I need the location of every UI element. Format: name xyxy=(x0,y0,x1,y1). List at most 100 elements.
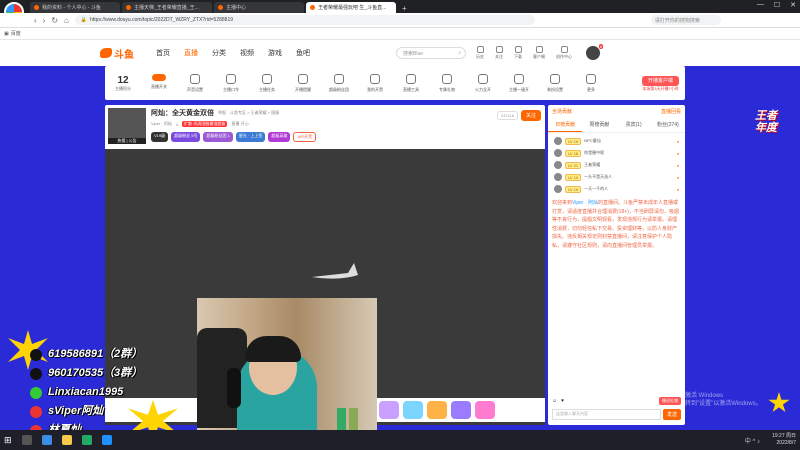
toolbar-item-quick[interactable]: 主播一键开 xyxy=(501,73,537,93)
folder-taskbar-icon[interactable] xyxy=(61,435,72,445)
nav-category[interactable]: 分类 xyxy=(212,48,226,58)
minimize-button[interactable]: — xyxy=(757,1,764,9)
client-button[interactable]: 客户端 xyxy=(533,46,545,60)
nav-fishbar[interactable]: 鱼吧 xyxy=(296,48,310,58)
toolbar-item-fire[interactable]: 火力全开 xyxy=(465,73,501,93)
browser-tab-1[interactable]: 主播天梯_王者荣耀直播_王... xyxy=(122,2,212,13)
client-icon xyxy=(535,46,543,53)
contribution-link[interactable]: 全场贡献 xyxy=(552,108,572,115)
download-icon xyxy=(514,46,522,53)
nav-live[interactable]: 直播 xyxy=(184,48,198,58)
toolbar-item-reminder[interactable]: 开播提醒 xyxy=(285,73,321,93)
list-item[interactable]: LV 21 王者荣耀 ♦ xyxy=(554,159,679,171)
report-link[interactable]: 举报 xyxy=(218,110,226,116)
fan-icon[interactable]: ♥ xyxy=(561,398,564,404)
qq-icon xyxy=(30,348,42,361)
browser-tab-2[interactable]: 主播中心 xyxy=(214,2,304,13)
address-bar: ‹ › ↻ ⌂ 🔒 https://www.douyu.com/topic/202… xyxy=(0,13,800,28)
browser-search-input[interactable]: 请打开你的搜狗搜索 xyxy=(650,15,721,25)
tab-fans[interactable]: 粉丝(274) xyxy=(651,118,685,132)
creator-button[interactable]: 创作中心 xyxy=(556,46,572,60)
list-item[interactable]: LV 19 NPC傻仙 ♦ xyxy=(554,135,679,147)
follow-button[interactable]: 关注 xyxy=(520,110,541,121)
open-client-button[interactable]: 开播客户端 xyxy=(641,75,679,86)
badge-level[interactable]: V19级 xyxy=(151,132,169,142)
toolbar-item-decor[interactable]: 装扮设置 xyxy=(537,73,573,93)
new-tab-button[interactable]: + xyxy=(402,4,407,13)
replay-link[interactable]: 直播回看 xyxy=(661,108,681,115)
bookmark-bar: ▣ 百度 xyxy=(0,28,800,40)
history-button[interactable]: 历史 xyxy=(476,46,484,60)
browser-taskbar-icon[interactable] xyxy=(41,435,52,445)
browser-tab-0[interactable]: 我的资料 - 个人中心 - 斗鱼 xyxy=(30,2,120,13)
tab-weekly[interactable]: 周榜贡献 xyxy=(582,118,616,132)
emoji-icon[interactable]: ☺ xyxy=(552,398,557,404)
url-field[interactable]: 🔒 https://www.douyu.com/topic/2022DT_WZRY… xyxy=(74,15,535,25)
gift-item[interactable] xyxy=(427,401,447,419)
nav-video[interactable]: 视频 xyxy=(240,48,254,58)
toolbar-item-more[interactable]: 更多 xyxy=(573,73,609,93)
download-button[interactable]: 下载 xyxy=(514,46,522,60)
taskbar: ⊞ 中 ^ ♪ 19:27 周日 2022/8/7 xyxy=(0,430,800,450)
gift-item[interactable] xyxy=(451,401,471,419)
search-icon[interactable]: ⌕ xyxy=(458,50,461,56)
badge-fanclub[interactable]: 超级粉丝团 1 xyxy=(203,132,233,142)
send-button[interactable]: 发送 xyxy=(662,408,681,420)
gift-button[interactable]: 赠送礼物 xyxy=(659,397,681,405)
edge-taskbar-icon[interactable] xyxy=(101,435,112,445)
clock[interactable]: 19:27 周日 2022/8/7 xyxy=(772,433,796,447)
quick-icon xyxy=(514,73,524,84)
flame-icon: ♦ xyxy=(676,150,679,156)
follow-button[interactable]: 关注 xyxy=(495,46,503,60)
points-counter[interactable]: 12 主播积分 xyxy=(105,75,141,92)
badge-fan[interactable]: 超级粉丝 5号 xyxy=(171,132,201,142)
alarm-icon xyxy=(298,73,308,84)
badge-extra[interactable]: AIR开黑 xyxy=(293,132,317,142)
qq-icon xyxy=(30,367,42,380)
list-item[interactable]: LV 19 一头不是天选人 ♦ xyxy=(554,171,679,183)
app-taskbar-icon[interactable] xyxy=(81,435,92,445)
toggle-switch[interactable] xyxy=(152,73,166,81)
gift-item[interactable] xyxy=(475,401,495,419)
site-search-input[interactable]: 搜索Blue ⌕ xyxy=(396,47,466,59)
tab-vip[interactable]: 贵宾(1) xyxy=(617,118,651,132)
close-button[interactable]: ✕ xyxy=(790,1,796,9)
chat-input[interactable]: 这里输入聊天内容 xyxy=(552,408,661,420)
command-icon xyxy=(226,73,236,84)
reload-icon[interactable]: ↻ xyxy=(51,16,58,25)
search-taskbar-icon[interactable] xyxy=(21,435,32,445)
notice-streamer-name[interactable]: Viper · 阿灿 xyxy=(572,200,598,206)
tab-daily[interactable]: 日榜贡献 xyxy=(548,118,583,132)
maximize-button[interactable]: ☐ xyxy=(774,1,780,9)
room-owner[interactable]: Viper · 阿灿 xyxy=(151,121,172,127)
room-category[interactable]: 斗鱼专区 > 王者荣耀 > 国服 xyxy=(230,110,279,116)
system-tray[interactable]: 中 ^ ♪ xyxy=(745,436,760,445)
room-level: 4 xyxy=(175,121,179,127)
list-item[interactable]: LV 19 一天一千的人 ♦ xyxy=(554,183,679,195)
badge-star[interactable]: 星光 · 上上签 xyxy=(235,132,266,142)
list-item[interactable]: LV 18 你是圈中呢 ♦ xyxy=(554,147,679,159)
home-icon[interactable]: ⌂ xyxy=(64,16,69,25)
toolbar-item-tools[interactable]: 直播工具 xyxy=(393,73,429,93)
toolbar-item-task[interactable]: 主播任务 xyxy=(249,73,285,93)
browser-tab-3[interactable]: 王者荣耀最强玩吧 生_斗鱼直... xyxy=(306,2,396,13)
windows-start-icon[interactable]: ⊞ xyxy=(4,435,12,446)
user-avatar[interactable]: 8 xyxy=(586,44,603,60)
badge-hero[interactable]: 超级英雄 xyxy=(268,132,291,142)
toolbar-item-sound[interactable]: 声音设置 xyxy=(177,73,213,93)
douyu-logo[interactable]: 斗鱼 xyxy=(100,46,134,61)
toolbar-item-gift[interactable]: 专属礼物 xyxy=(429,73,465,93)
forward-icon[interactable]: › xyxy=(43,16,46,25)
bookmark-item[interactable]: 百度 xyxy=(11,30,21,37)
back-icon[interactable]: ‹ xyxy=(34,16,37,25)
toolbar-item-command[interactable]: 主播口令 xyxy=(213,73,249,93)
room-avatar[interactable]: 热搜 | 公告 xyxy=(108,108,146,144)
gift-item[interactable] xyxy=(379,401,399,419)
chat-tools: ☺ ♥ 赠送礼物 xyxy=(552,397,681,405)
nav-home[interactable]: 首页 xyxy=(156,48,170,58)
toolbar-item-fanclub[interactable]: 超级粉丝团 xyxy=(321,73,357,93)
toolbar-item-live-toggle[interactable]: 直播开关 xyxy=(141,73,177,93)
toolbar-item-party[interactable]: 我的开黑 xyxy=(357,73,393,93)
nav-game[interactable]: 游戏 xyxy=(268,48,282,58)
gift-item[interactable] xyxy=(403,401,423,419)
